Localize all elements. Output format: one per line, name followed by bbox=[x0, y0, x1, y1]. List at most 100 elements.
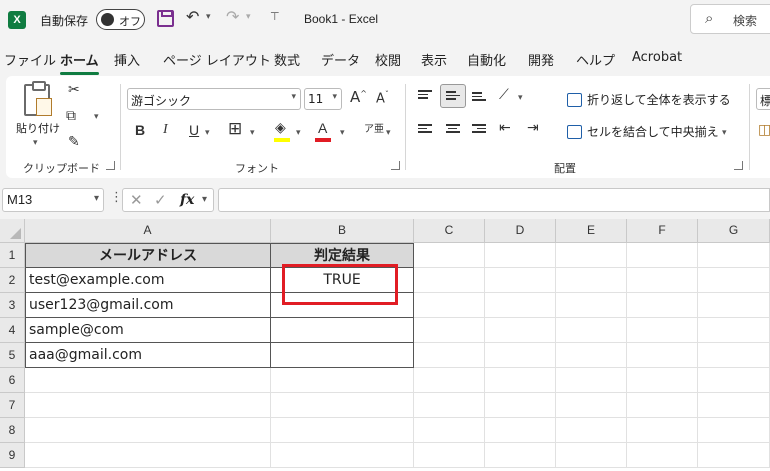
font-color-dropdown-icon[interactable]: ▾ bbox=[340, 128, 345, 138]
grid-cell[interactable] bbox=[25, 393, 271, 418]
grid-cell[interactable] bbox=[25, 443, 271, 468]
copy-dropdown-icon[interactable]: ▾ bbox=[94, 112, 99, 122]
column-header-d[interactable]: D bbox=[485, 219, 556, 243]
merge-dropdown-icon[interactable]: ▾ bbox=[722, 128, 727, 138]
row-header[interactable]: 6 bbox=[0, 368, 25, 393]
grid-cell[interactable] bbox=[698, 268, 770, 293]
cell-b4[interactable] bbox=[271, 318, 414, 343]
chevron-down-icon[interactable]: ▾ bbox=[202, 194, 207, 205]
cell-b2[interactable]: TRUE bbox=[271, 268, 414, 293]
grid-cell[interactable] bbox=[627, 393, 698, 418]
grid-cell[interactable] bbox=[485, 443, 556, 468]
cell-b3[interactable] bbox=[271, 293, 414, 318]
grid-cell[interactable] bbox=[414, 293, 485, 318]
tab-view[interactable]: 表示 bbox=[421, 50, 447, 69]
paste-icon[interactable] bbox=[24, 81, 52, 116]
grid-cell[interactable] bbox=[698, 243, 770, 268]
formula-input[interactable] bbox=[218, 188, 770, 212]
grid-cell[interactable] bbox=[698, 393, 770, 418]
grid-cell[interactable] bbox=[698, 343, 770, 368]
tab-acrobat[interactable]: Acrobat bbox=[632, 50, 682, 65]
clipboard-launcher-icon[interactable] bbox=[106, 161, 115, 170]
cancel-icon[interactable]: ✕ bbox=[130, 191, 143, 209]
cell-a4[interactable]: sample@com bbox=[25, 318, 271, 343]
column-header-a[interactable]: A bbox=[25, 219, 271, 243]
grid-cell[interactable] bbox=[556, 293, 627, 318]
font-size-select[interactable]: 11 ▾ bbox=[304, 88, 342, 110]
grid-cell[interactable] bbox=[271, 418, 414, 443]
row-header[interactable]: 2 bbox=[0, 268, 25, 293]
grid-cell[interactable] bbox=[485, 243, 556, 268]
grid-cell[interactable] bbox=[414, 343, 485, 368]
grid-cell[interactable] bbox=[414, 418, 485, 443]
grid-cell[interactable] bbox=[698, 418, 770, 443]
tab-home[interactable]: ホーム bbox=[60, 50, 99, 75]
shrink-font-button[interactable]: Aˇ bbox=[376, 90, 389, 106]
grid-cell[interactable] bbox=[556, 418, 627, 443]
grid-cell[interactable] bbox=[627, 418, 698, 443]
cell-b5[interactable] bbox=[271, 343, 414, 368]
grid-cell[interactable] bbox=[485, 268, 556, 293]
grid-cell[interactable] bbox=[485, 293, 556, 318]
tab-developer[interactable]: 開発 bbox=[528, 50, 554, 69]
grid-cell[interactable] bbox=[627, 318, 698, 343]
paste-dropdown-icon[interactable]: ▾ bbox=[33, 138, 38, 148]
grid-cell[interactable] bbox=[485, 393, 556, 418]
currency-format-icon[interactable]: ◫ bbox=[758, 122, 770, 138]
cell-a5[interactable]: aaa@gmail.com bbox=[25, 343, 271, 368]
fill-color-dropdown-icon[interactable]: ▾ bbox=[296, 128, 301, 138]
column-header-c[interactable]: C bbox=[414, 219, 485, 243]
grid-cell[interactable] bbox=[556, 318, 627, 343]
insert-function-button[interactable]: fx bbox=[180, 192, 194, 208]
grid-cell[interactable] bbox=[627, 343, 698, 368]
column-header-b[interactable]: B bbox=[271, 219, 414, 243]
undo-icon[interactable]: ↶ bbox=[186, 7, 199, 26]
grid-cell[interactable] bbox=[414, 368, 485, 393]
grid-cell[interactable] bbox=[556, 268, 627, 293]
number-format-select[interactable]: 標 bbox=[756, 88, 770, 110]
row-header[interactable]: 5 bbox=[0, 343, 25, 368]
row-header[interactable]: 7 bbox=[0, 393, 25, 418]
cut-icon[interactable]: ✂ bbox=[68, 82, 80, 98]
orientation-icon[interactable]: ⟋ bbox=[499, 87, 509, 103]
phonetic-dropdown-icon[interactable]: ▾ bbox=[386, 128, 391, 138]
tab-data[interactable]: データ bbox=[321, 50, 360, 69]
grid-cell[interactable] bbox=[414, 318, 485, 343]
underline-dropdown-icon[interactable]: ▾ bbox=[205, 128, 210, 138]
grid-cell[interactable] bbox=[25, 418, 271, 443]
font-name-select[interactable]: 游ゴシック ▾ bbox=[127, 88, 301, 110]
align-right-icon[interactable] bbox=[472, 124, 486, 135]
align-center-icon[interactable] bbox=[446, 124, 460, 135]
fill-color-icon[interactable]: ◈ bbox=[275, 120, 286, 136]
grid-cell[interactable] bbox=[627, 443, 698, 468]
autosave-toggle[interactable]: オフ bbox=[96, 9, 145, 30]
grid-cell[interactable] bbox=[556, 343, 627, 368]
grid-cell[interactable] bbox=[698, 293, 770, 318]
grid-cell[interactable] bbox=[698, 318, 770, 343]
enter-icon[interactable]: ✓ bbox=[154, 191, 167, 209]
tab-help[interactable]: ヘルプ bbox=[576, 50, 615, 69]
column-header-g[interactable]: G bbox=[698, 219, 770, 243]
save-icon[interactable] bbox=[157, 10, 174, 27]
redo-dropdown-icon[interactable]: ▾ bbox=[246, 12, 251, 22]
grid-cell[interactable] bbox=[25, 368, 271, 393]
grid-cell[interactable] bbox=[485, 318, 556, 343]
customize-toolbar-icon[interactable]: ⊤ bbox=[270, 10, 280, 23]
font-launcher-icon[interactable] bbox=[391, 161, 400, 170]
borders-dropdown-icon[interactable]: ▾ bbox=[250, 128, 255, 138]
grid-cell[interactable] bbox=[271, 393, 414, 418]
grid-cell[interactable] bbox=[556, 368, 627, 393]
tab-formulas[interactable]: 数式 bbox=[274, 50, 300, 69]
bold-button[interactable]: B bbox=[135, 122, 145, 138]
row-header[interactable]: 4 bbox=[0, 318, 25, 343]
grid-cell[interactable] bbox=[414, 243, 485, 268]
name-box[interactable]: M13 ▾ bbox=[2, 188, 104, 212]
grow-font-button[interactable]: A^ bbox=[350, 88, 367, 106]
alignment-launcher-icon[interactable] bbox=[734, 161, 743, 170]
cell-a2[interactable]: test@example.com bbox=[25, 268, 271, 293]
grid-cell[interactable] bbox=[414, 443, 485, 468]
row-header[interactable]: 9 bbox=[0, 443, 25, 468]
grid-cell[interactable] bbox=[627, 243, 698, 268]
align-left-icon[interactable] bbox=[418, 124, 432, 135]
align-middle-button[interactable] bbox=[440, 84, 466, 108]
